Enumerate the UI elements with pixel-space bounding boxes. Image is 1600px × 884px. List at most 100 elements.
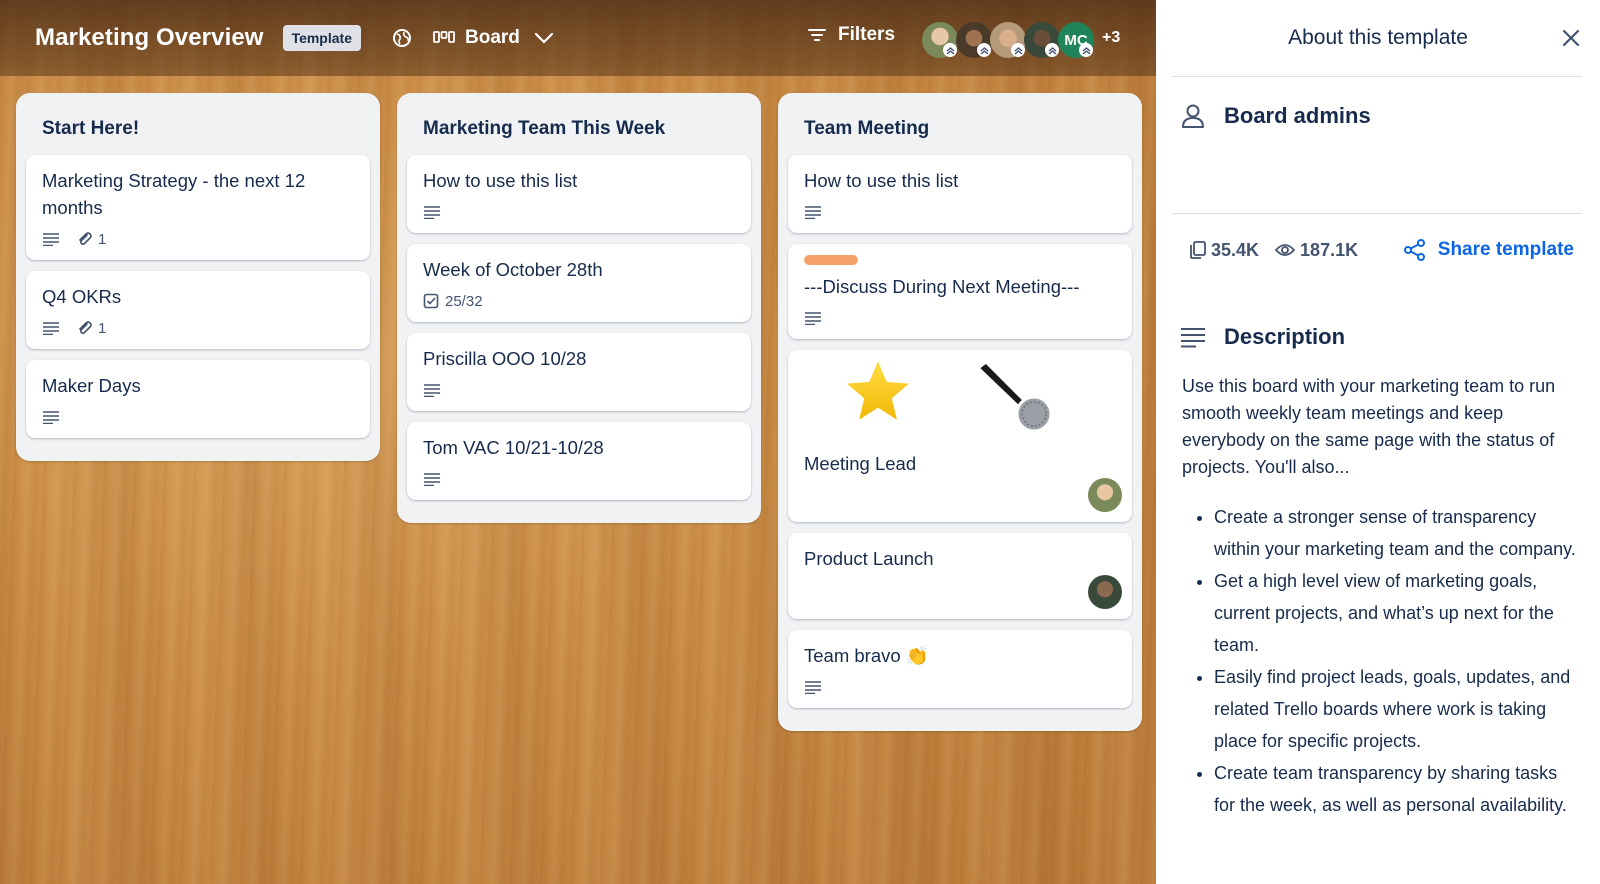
description-icon — [43, 233, 59, 246]
card-badges — [804, 203, 1116, 221]
description-icon — [805, 681, 821, 694]
card-title: Team bravo 👏 — [804, 645, 929, 666]
card-badges — [423, 203, 735, 221]
card[interactable]: Meeting Lead — [788, 350, 1132, 522]
card[interactable]: Q4 OKRs 1 — [26, 271, 370, 349]
card[interactable]: How to use this list — [407, 155, 751, 233]
member-avatar[interactable] — [988, 20, 1026, 58]
card[interactable]: How to use this list — [788, 155, 1132, 233]
board-icon — [433, 31, 455, 43]
list-item: Get a high level view of marketing goals… — [1214, 565, 1580, 661]
member-avatar[interactable] — [954, 20, 992, 58]
description-icon — [43, 411, 59, 424]
card-title: Maker Days — [42, 375, 141, 396]
card-member-avatar[interactable] — [1088, 478, 1122, 512]
attachment-badge: 1 — [76, 231, 106, 248]
checklist-icon — [423, 293, 439, 309]
description-section: Description — [1156, 286, 1600, 350]
card-title: Marketing Strategy - the next 12 months — [42, 170, 306, 218]
card[interactable]: Priscilla OOO 10/28 — [407, 333, 751, 411]
description-bullets: Create a stronger sense of transparency … — [1156, 481, 1600, 821]
filters-button[interactable]: Filters — [808, 24, 895, 46]
card[interactable]: Marketing Strategy - the next 12 months … — [26, 155, 370, 260]
member-avatar[interactable] — [920, 20, 958, 58]
board-header: Marketing Overview Template Board Filter… — [0, 0, 1156, 76]
description-label: Description — [1224, 324, 1346, 349]
card-badges: 25/32 — [423, 292, 735, 310]
member-avatar[interactable] — [1022, 20, 1060, 58]
copy-icon — [1190, 241, 1206, 259]
more-members-count[interactable]: +3 — [1102, 29, 1120, 47]
card[interactable]: Product Launch — [788, 533, 1132, 619]
list-title[interactable]: Marketing Team This Week — [407, 93, 751, 155]
description-icon — [805, 312, 821, 325]
list-title[interactable]: Team Meeting — [788, 93, 1132, 155]
eye-icon — [1275, 244, 1296, 256]
attachment-count: 1 — [98, 230, 107, 248]
share-template-label: Share template — [1437, 239, 1574, 260]
list-item: Create a stronger sense of transparency … — [1214, 501, 1580, 565]
card[interactable]: Maker Days — [26, 360, 370, 438]
card-badges — [423, 381, 735, 399]
description-text: Use this board with your marketing team … — [1182, 376, 1556, 477]
card-title: How to use this list — [804, 170, 959, 191]
board-admins-section: Board admins — [1156, 77, 1600, 213]
chevron-down-icon — [534, 32, 554, 44]
scroll-fade — [1156, 840, 1600, 884]
views-count: 187.1K — [1300, 239, 1359, 260]
description-icon — [1181, 328, 1205, 348]
card-badges: 1 — [42, 230, 354, 248]
card-title: Tom VAC 10/21-10/28 — [423, 437, 604, 458]
attachment-count: 1 — [98, 319, 107, 337]
view-label: Board — [465, 27, 520, 48]
description-icon — [43, 322, 59, 335]
panel-title: About this template — [1288, 26, 1468, 49]
list-marketing-team-this-week: Marketing Team This Week How to use this… — [397, 93, 761, 523]
close-button[interactable] — [1558, 25, 1584, 51]
card-title: Q4 OKRs — [42, 286, 122, 307]
card[interactable]: Tom VAC 10/21-10/28 — [407, 422, 751, 500]
card[interactable]: Week of October 28th 25/32 — [407, 244, 751, 322]
card-badges — [804, 678, 1116, 696]
card-title: Meeting Lead — [804, 453, 917, 474]
paperclip-icon — [79, 232, 92, 246]
description-heading: Description — [1156, 324, 1600, 350]
card-member-avatar[interactable] — [1088, 575, 1122, 609]
card[interactable]: ---Discuss During Next Meeting--- — [788, 244, 1132, 339]
card[interactable]: Team bravo 👏 — [788, 630, 1132, 708]
share-template-button[interactable]: Share template — [1403, 239, 1574, 261]
view-switcher[interactable]: Board — [433, 27, 554, 49]
board-admins-label: Board admins — [1224, 103, 1371, 128]
template-stats: 35.4K 187.1K Share template — [1156, 214, 1600, 286]
filter-icon — [808, 29, 826, 41]
list-title[interactable]: Start Here! — [26, 93, 370, 155]
paperclip-icon — [79, 321, 92, 335]
card-title: Priscilla OOO 10/28 — [423, 348, 587, 369]
share-icon — [1403, 239, 1425, 261]
copies-stat: 35.4K — [1190, 240, 1259, 261]
microphone-sticker-icon — [976, 360, 1053, 433]
card-title: Product Launch — [804, 548, 934, 569]
card-label-orange[interactable] — [804, 255, 858, 265]
card-badges — [804, 309, 1116, 327]
board-title[interactable]: Marketing Overview — [35, 24, 264, 52]
person-icon — [1182, 104, 1204, 128]
panel-header: About this template — [1156, 0, 1600, 76]
checklist-badge: 25/32 — [423, 293, 483, 310]
admin-chevron-icon — [1079, 43, 1093, 57]
copies-count: 35.4K — [1211, 239, 1260, 260]
card-badges: 1 — [42, 319, 354, 337]
filters-label: Filters — [838, 24, 896, 45]
member-avatar-mc[interactable]: MC — [1056, 20, 1094, 58]
template-badge: Template — [282, 25, 361, 51]
description-icon — [424, 384, 440, 397]
description-icon — [805, 206, 821, 219]
star-sticker-icon — [840, 354, 916, 426]
card-cover-stickers — [804, 350, 1116, 450]
member-avatars[interactable]: MC +3 — [920, 20, 1120, 58]
description-icon — [424, 473, 440, 486]
visibility-button[interactable] — [389, 25, 415, 51]
board-canvas: Marketing Overview Template Board Filter… — [0, 0, 1156, 884]
list-item: Easily find project leads, goals, update… — [1214, 661, 1580, 757]
description-icon — [424, 206, 440, 219]
